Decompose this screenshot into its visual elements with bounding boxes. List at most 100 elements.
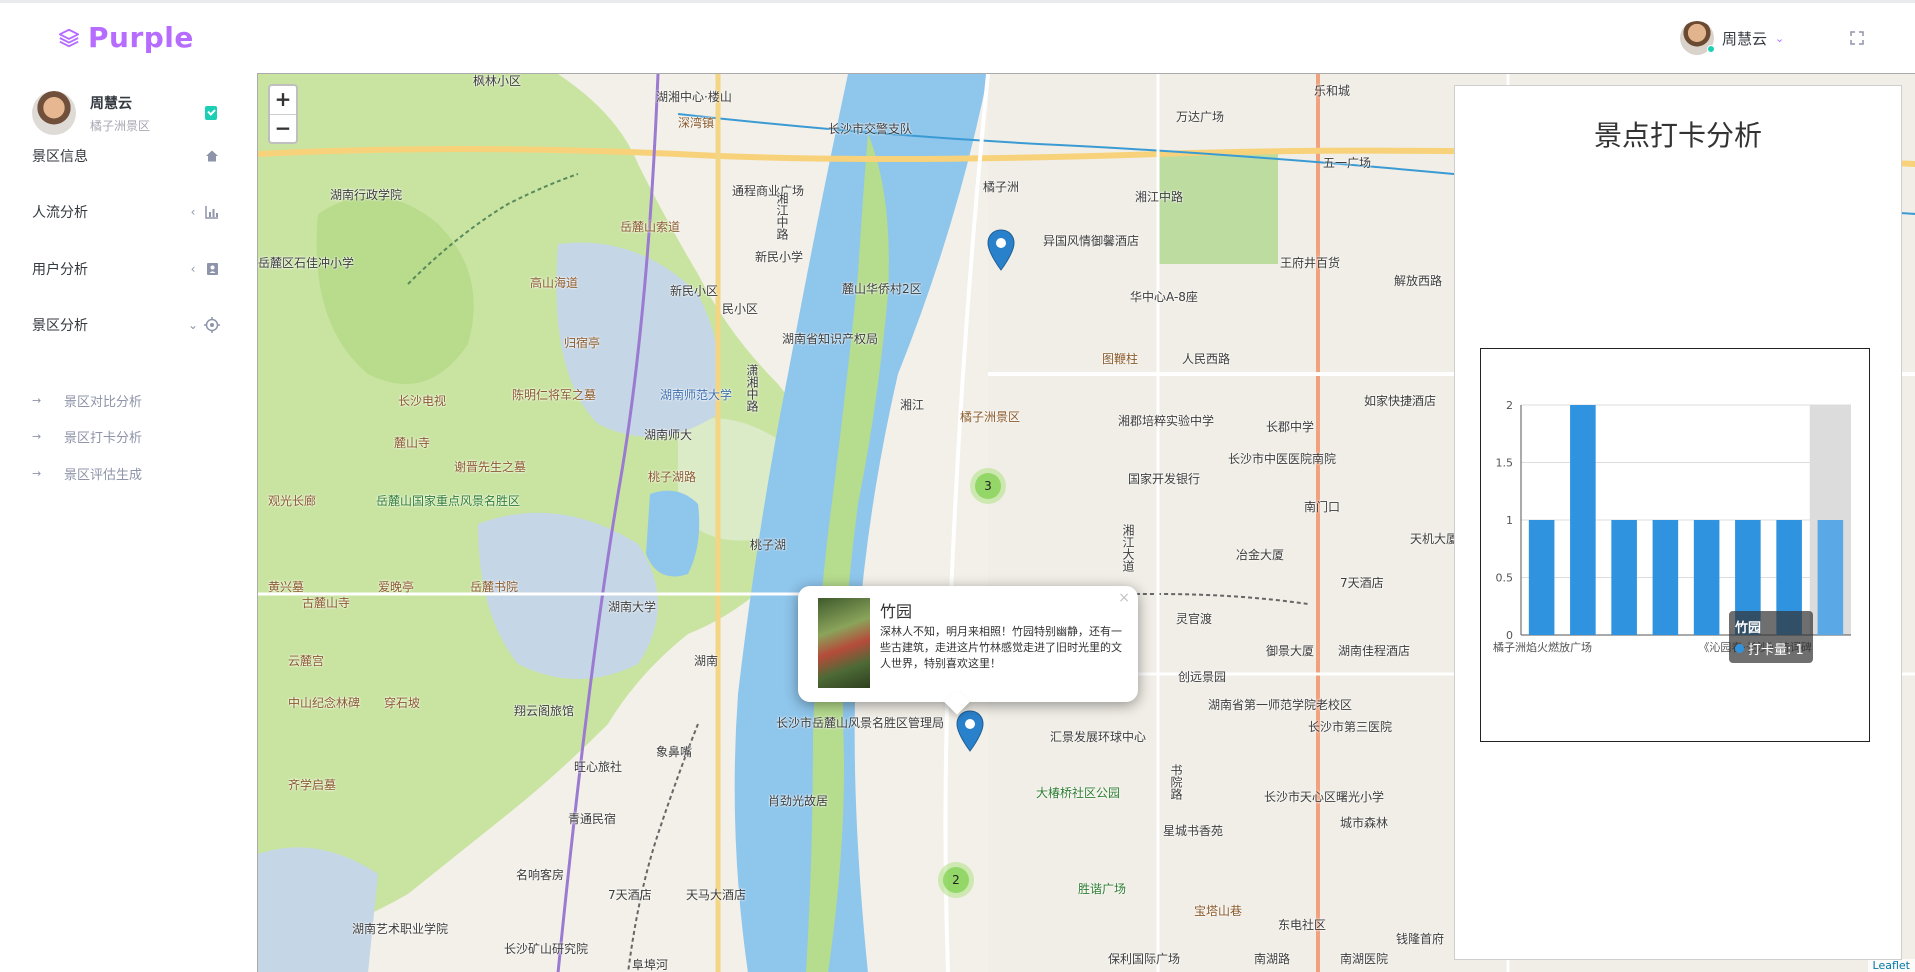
- sidebar-item-flow-analysis[interactable]: 人流分析 ‹: [32, 197, 222, 227]
- map-label: 枫林小区: [473, 74, 522, 88]
- online-status-dot: [1707, 45, 1715, 53]
- navbar-user-name: 周慧云: [1722, 29, 1768, 48]
- sidebar-profile[interactable]: 周慧云 橘子洲景区: [32, 91, 150, 135]
- marker-popup: × 竹园 深林人不知，明月来相照！竹园特别幽静，还有一些古建筑，走进这片竹林感觉…: [798, 586, 1138, 702]
- chevron-down-icon: ⌄: [187, 318, 199, 332]
- map-label: 湖南省第一师范学院老校区: [1208, 698, 1353, 712]
- map-pin-icon[interactable]: [956, 710, 984, 752]
- map-label: 如家快捷酒店: [1364, 394, 1437, 408]
- profile-avatar: [32, 91, 76, 135]
- submenu-item-label: 景区对比分析: [64, 394, 143, 410]
- map-label: 长沙矿山研究院: [504, 942, 589, 956]
- submenu-item-checkin[interactable]: → 景区打卡分析: [32, 425, 142, 447]
- map-label: 万达广场: [1176, 110, 1225, 124]
- map-label: 阜埠河: [632, 958, 669, 972]
- map-label: 中山纪念林碑: [288, 696, 361, 710]
- y-tick-label: 1.5: [1496, 457, 1514, 470]
- map-label: 长沙市岳麓山风景名胜区管理局: [776, 716, 945, 730]
- map-label: 南湖路: [1254, 952, 1291, 966]
- map-label: 云麓宫: [288, 654, 325, 668]
- marker-cluster[interactable]: 3: [970, 468, 1006, 504]
- panel-title: 景点打卡分析: [1593, 119, 1762, 152]
- sidebar-item-label: 景区分析: [32, 318, 88, 334]
- popup-title: 竹园: [880, 602, 913, 621]
- map-label: 湖南艺术职业学院: [352, 922, 449, 936]
- y-tick-label: 1: [1506, 514, 1513, 527]
- map-label: 麓山寺: [394, 436, 431, 450]
- map-label: 象鼻嘴: [656, 745, 693, 759]
- map-label: 湖南师范大学: [660, 388, 733, 402]
- x-tick-label: 橘子洲焰火燃放广场: [1493, 640, 1592, 654]
- sidebar-item-scenic-analysis[interactable]: 景区分析 ⌄: [32, 310, 222, 340]
- map-label: 湖湘中心·楼山: [656, 90, 732, 104]
- zoom-in-button[interactable]: +: [270, 86, 296, 114]
- checkin-analysis-panel: 景点打卡分析 00.511.52橘子洲焰火燃放广场《沁园春·长沙》诗词碑 竹园 …: [1454, 85, 1902, 960]
- map-label: 图鞭柱: [1102, 352, 1139, 366]
- map-pin-icon[interactable]: [987, 229, 1015, 271]
- map-label: 长沙市第三医院: [1308, 720, 1393, 734]
- map-label: 高山海道: [530, 276, 579, 290]
- zoom-out-button[interactable]: −: [270, 114, 296, 142]
- map-label: 黄兴墓: [268, 580, 305, 594]
- map-label: 翔云阁旅馆: [514, 704, 575, 718]
- map-label: 异国风情御馨酒店: [1043, 234, 1140, 248]
- map-label: 齐学启墓: [288, 778, 337, 792]
- map-label: 解放西路: [1394, 274, 1443, 288]
- brand-logo[interactable]: Purple: [58, 21, 194, 54]
- map-label: 长沙电视: [398, 394, 447, 408]
- submenu-item-compare[interactable]: → 景区对比分析: [32, 389, 142, 411]
- map-label: 桃子湖路: [648, 470, 697, 484]
- popup-close-button[interactable]: ×: [1118, 590, 1130, 606]
- marker-cluster[interactable]: 2: [938, 862, 974, 898]
- map-label: 新民小区: [670, 284, 719, 298]
- sidebar-item-scenic-info[interactable]: 景区信息: [32, 141, 222, 171]
- map-label: 长沙市交警支队: [828, 122, 913, 136]
- profile-name: 周慧云: [90, 95, 132, 112]
- map-label: 长沙市中医医院南院: [1228, 452, 1337, 466]
- bookmark-check-icon: [205, 106, 217, 120]
- map-label: 橘子洲: [983, 180, 1020, 194]
- map-label: 旺心旅社: [574, 760, 623, 774]
- chart-tooltip: 竹园 打卡量: 1: [1729, 611, 1813, 663]
- navbar-user-menu[interactable]: 周慧云 ⌄: [1680, 21, 1784, 55]
- popup-description: 深林人不知，明月来相照！竹园特别幽静，还有一些古建筑，走进这片竹林感觉走进了旧时…: [880, 625, 1122, 670]
- map-label: 古麓山寺: [302, 596, 351, 610]
- bar: [1528, 520, 1555, 635]
- map-label: 长郡中学: [1266, 420, 1315, 434]
- map-label: 湖南省知识产权局: [782, 332, 879, 346]
- tooltip-title: 竹园: [1735, 621, 1762, 636]
- map-label: 湘江大道: [1121, 524, 1135, 572]
- layers-icon: [58, 28, 80, 47]
- map-label: 创远景园: [1178, 670, 1227, 684]
- submenu-item-evaluation[interactable]: → 景区评估生成: [32, 462, 142, 484]
- sidebar-item-label: 人流分析: [32, 205, 88, 221]
- cluster-count: 3: [975, 473, 1001, 499]
- fullscreen-icon[interactable]: [1850, 31, 1864, 45]
- arrow-right-icon: →: [32, 466, 42, 480]
- zoom-control: + −: [268, 84, 298, 144]
- map-label: 灵官渡: [1176, 612, 1213, 626]
- map-attribution-link[interactable]: Leaflet: [1867, 959, 1915, 972]
- series-color-dot: [1735, 644, 1744, 653]
- map-label: 岳麓区石佳冲小学: [258, 256, 355, 270]
- y-tick-label: 2: [1506, 399, 1513, 412]
- map-label: 穿石坡: [384, 696, 421, 710]
- map-label: 通程商业广场: [732, 184, 805, 198]
- arrow-right-icon: →: [32, 393, 42, 407]
- map-label: 潇湘中路: [745, 364, 759, 412]
- sidebar-item-user-analysis[interactable]: 用户分析 ‹: [32, 254, 222, 284]
- map-label: 汇景发展环球中心: [1050, 730, 1147, 744]
- arrow-right-icon: →: [32, 429, 42, 443]
- map-label: 湖南佳程酒店: [1338, 644, 1411, 658]
- map-label: 南湖医院: [1340, 952, 1389, 966]
- map-label: 五一广场: [1323, 156, 1372, 170]
- map-label: 乐和城: [1314, 84, 1351, 98]
- bar-chart: 00.511.52橘子洲焰火燃放广场《沁园春·长沙》诗词碑: [1493, 399, 1851, 654]
- submenu-item-label: 景区打卡分析: [64, 430, 143, 446]
- bar: [1693, 520, 1720, 635]
- map-label: 岳麓山国家重点风景名胜区: [376, 494, 521, 508]
- contacts-icon: [202, 262, 222, 276]
- map-label: 谢晋先生之墓: [454, 460, 527, 474]
- map-label: 胜谐广场: [1078, 882, 1127, 896]
- map-label: 陈明仁将军之墓: [512, 388, 597, 402]
